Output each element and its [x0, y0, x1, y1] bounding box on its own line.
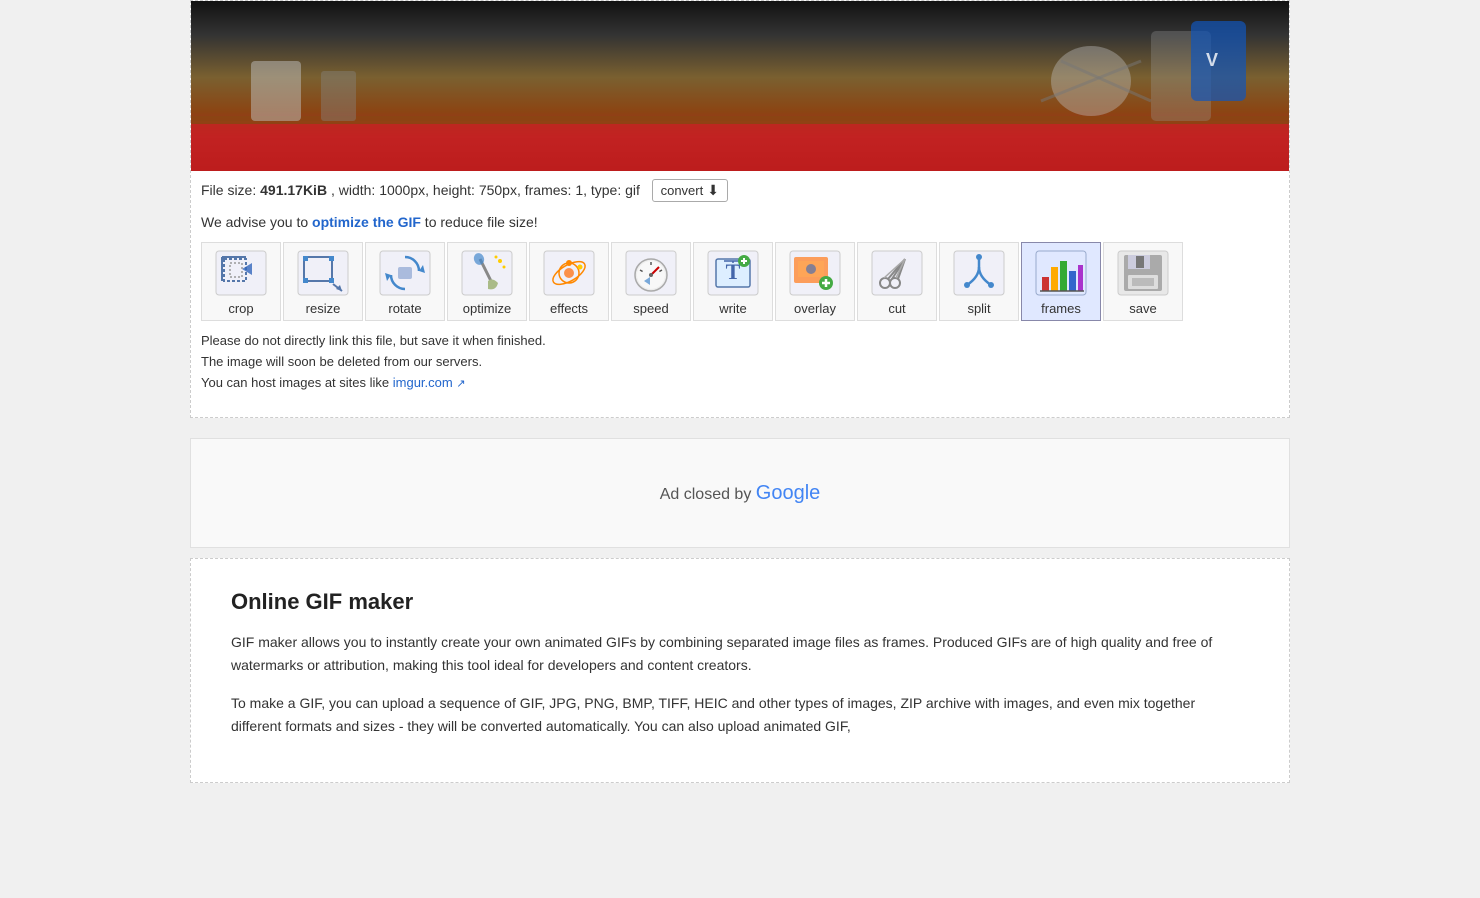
optimize-link[interactable]: optimize the GIF — [312, 214, 421, 230]
svg-text:V: V — [1206, 50, 1218, 70]
overlay-label: overlay — [794, 301, 836, 316]
tool-resize[interactable]: resize — [283, 242, 363, 321]
preview-image-svg: V — [191, 1, 1289, 171]
optimize-prefix: We advise you to — [201, 214, 312, 230]
tool-effects[interactable]: effects — [529, 242, 609, 321]
tool-optimize[interactable]: optimize — [447, 242, 527, 321]
speed-icon — [621, 247, 681, 299]
tool-frames[interactable]: frames — [1021, 242, 1101, 321]
optimize-icon — [457, 247, 517, 299]
disclaimer-line1: Please do not directly link this file, b… — [201, 333, 546, 348]
download-icon: ⬇ — [707, 182, 719, 199]
tool-speed[interactable]: speed — [611, 242, 691, 321]
save-label: save — [1129, 301, 1156, 316]
google-logo: Google — [756, 482, 821, 504]
disclaimer-line3-prefix: You can host images at sites like — [201, 375, 393, 390]
optimize-notice: We advise you to optimize the GIF to red… — [191, 210, 1289, 238]
cut-icon — [867, 247, 927, 299]
tool-save[interactable]: save — [1103, 242, 1183, 321]
tool-crop[interactable]: crop — [201, 242, 281, 321]
convert-label: convert — [661, 183, 704, 198]
rotate-label: rotate — [388, 301, 421, 316]
frames-icon — [1031, 247, 1091, 299]
gif-editor-panel: V File size: 491.17KiB , width: 1000px, … — [190, 0, 1290, 418]
effects-icon — [539, 247, 599, 299]
split-icon — [949, 247, 1009, 299]
ad-closed-text: Ad closed by Google — [660, 482, 821, 505]
imgur-link[interactable]: imgur.com ↗ — [393, 375, 466, 390]
resize-icon — [293, 247, 353, 299]
info-section: Online GIF maker GIF maker allows you to… — [190, 558, 1290, 782]
crop-label: crop — [228, 301, 253, 316]
write-icon: T — [703, 247, 763, 299]
rotate-icon — [375, 247, 435, 299]
tools-row: crop — [191, 238, 1289, 325]
info-paragraph2: To make a GIF, you can upload a sequence… — [231, 692, 1249, 738]
info-paragraph1: GIF maker allows you to instantly create… — [231, 631, 1249, 677]
optimize-label: optimize — [463, 301, 511, 316]
cut-label: cut — [888, 301, 905, 316]
tool-write[interactable]: T write — [693, 242, 773, 321]
file-info-bar: File size: 491.17KiB , width: 1000px, he… — [191, 171, 1289, 210]
tool-rotate[interactable]: rotate — [365, 242, 445, 321]
crop-icon — [211, 247, 271, 299]
convert-button[interactable]: convert ⬇ — [652, 179, 728, 202]
effects-label: effects — [550, 301, 588, 316]
resize-label: resize — [306, 301, 341, 316]
write-label: write — [719, 301, 746, 316]
main-container: V File size: 491.17KiB , width: 1000px, … — [190, 0, 1290, 783]
file-meta: , width: 1000px, height: 750px, frames: … — [331, 182, 640, 198]
split-label: split — [967, 301, 990, 316]
ad-section: Ad closed by Google — [190, 438, 1290, 548]
tool-overlay[interactable]: overlay — [775, 242, 855, 321]
info-title: Online GIF maker — [231, 589, 1249, 615]
tool-cut[interactable]: cut — [857, 242, 937, 321]
gif-preview-image: V — [191, 1, 1289, 171]
file-size-value: 491.17KiB — [260, 182, 327, 198]
overlay-icon — [785, 247, 845, 299]
optimize-suffix: to reduce file size! — [421, 214, 538, 230]
speed-label: speed — [633, 301, 668, 316]
tool-split[interactable]: split — [939, 242, 1019, 321]
disclaimer-line2: The image will soon be deleted from our … — [201, 354, 482, 369]
disclaimer-section: Please do not directly link this file, b… — [191, 325, 1289, 397]
file-size-label: File size: — [201, 182, 256, 198]
frames-label: frames — [1041, 301, 1081, 316]
save-icon — [1113, 247, 1173, 299]
page-wrapper: V File size: 491.17KiB , width: 1000px, … — [0, 0, 1480, 783]
